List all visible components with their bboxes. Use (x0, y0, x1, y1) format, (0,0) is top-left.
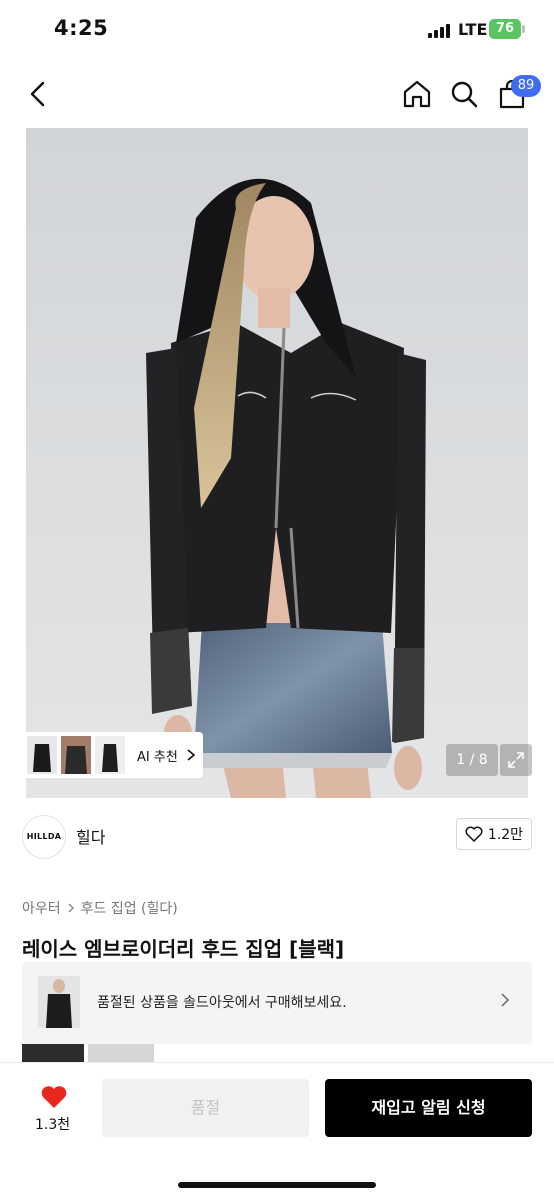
heart-outline-icon (465, 826, 483, 842)
thumbnail-2[interactable] (61, 736, 91, 774)
expand-button[interactable] (500, 744, 532, 776)
battery-icon: 76 (489, 19, 521, 39)
breadcrumb-item[interactable]: 아우터 (22, 898, 61, 918)
breadcrumb: 아우터 후드 집업 (힐다) (22, 898, 178, 918)
cart-count-badge: 89 (511, 75, 541, 97)
product-image[interactable] (26, 128, 528, 798)
network-type: LTE (458, 20, 488, 39)
soldout-banner[interactable]: 품절된 상품을 솔드아웃에서 구매해보세요. (22, 962, 532, 1044)
chevron-right-icon (187, 749, 196, 761)
brand-name[interactable]: 힐다 (76, 824, 105, 848)
ai-recommend-label[interactable]: AI 추천 (137, 746, 178, 765)
brand-logo[interactable]: HILLDA (22, 815, 66, 859)
chevron-right-icon (68, 903, 74, 913)
restock-alert-button[interactable]: 재입고 알림 신청 (325, 1079, 532, 1137)
chevron-right-icon (501, 993, 510, 1007)
battery-tip (522, 25, 525, 33)
product-photo (26, 128, 528, 798)
thumbnail-1[interactable] (27, 736, 57, 774)
soldout-button: 품절 (102, 1079, 309, 1137)
like-count: 1.3천 (35, 1117, 71, 1133)
brand-like-count: 1.2만 (487, 827, 524, 843)
image-counter: 1 / 8 (446, 744, 498, 776)
back-arrow-icon (30, 81, 45, 107)
product-title: 레이스 엠브로이더리 후드 집업 [블랙] (22, 937, 345, 961)
home-icon (403, 80, 431, 108)
back-button[interactable] (18, 74, 58, 114)
heart-filled-icon (41, 1086, 67, 1108)
banner-thumbnail (38, 976, 80, 1028)
banner-text: 품절된 상품을 솔드아웃에서 구매해보세요. (97, 995, 347, 1011)
home-button[interactable] (397, 74, 437, 114)
signal-icon (428, 22, 452, 38)
search-icon (451, 81, 478, 108)
expand-icon (508, 752, 524, 768)
breadcrumb-item[interactable]: 후드 집업 (힐다) (81, 898, 178, 918)
brand-like-button[interactable]: 1.2만 (456, 818, 532, 850)
status-time: 4:25 (54, 16, 109, 40)
ai-recommend-strip[interactable]: AI 추천 (21, 732, 203, 778)
search-button[interactable] (444, 74, 484, 114)
like-button[interactable] (40, 1084, 68, 1113)
related-image-peek (22, 1044, 84, 1062)
thumbnail-3[interactable] (95, 736, 125, 774)
related-image-peek (88, 1044, 154, 1062)
home-indicator (178, 1182, 376, 1188)
